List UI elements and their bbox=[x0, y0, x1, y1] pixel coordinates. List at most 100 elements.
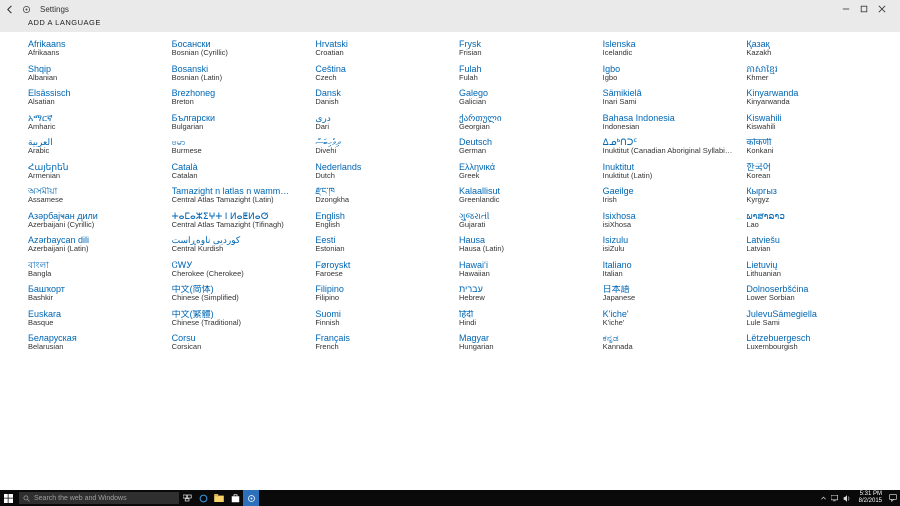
language-item[interactable]: العربيةArabic bbox=[28, 138, 166, 155]
language-item[interactable]: DanskDanish bbox=[315, 89, 453, 106]
tray-volume-icon[interactable] bbox=[843, 495, 851, 502]
language-item[interactable]: IsizuluisiZulu bbox=[603, 236, 741, 253]
language-item[interactable]: InuktitutInuktitut (Latin) bbox=[603, 163, 741, 180]
language-item[interactable]: ΕλληνικάGreek bbox=[459, 163, 597, 180]
taskbar-explorer-icon[interactable] bbox=[211, 490, 227, 506]
taskbar-search[interactable]: Search the web and Windows bbox=[19, 492, 179, 504]
language-item[interactable]: ⵜⴰⵎⴰⵣⵉⵖⵜ ⵏ ⵍⴰⵟⵍⴰⵚCentral Atlas Tamazight… bbox=[172, 212, 310, 229]
taskbar-store-icon[interactable] bbox=[227, 490, 243, 506]
task-view-button[interactable] bbox=[179, 490, 195, 506]
language-item[interactable]: አማርኛAmharic bbox=[28, 114, 166, 131]
minimize-button[interactable] bbox=[842, 5, 860, 13]
language-item[interactable]: LëtzebuergeschLuxembourgish bbox=[746, 334, 884, 351]
language-item[interactable]: KiswahiliKiswahili bbox=[746, 114, 884, 131]
language-item[interactable]: ພາສາລາວLao bbox=[746, 212, 884, 229]
language-item[interactable]: ShqipAlbanian bbox=[28, 65, 166, 82]
language-item[interactable]: LatviešuLatvian bbox=[746, 236, 884, 253]
language-item[interactable]: EestiEstonian bbox=[315, 236, 453, 253]
language-item[interactable]: ಕನ್ನಡKannada bbox=[603, 334, 741, 351]
language-item[interactable]: 한국어Korean bbox=[746, 163, 884, 180]
language-item[interactable]: SuomiFinnish bbox=[315, 310, 453, 327]
language-item[interactable]: ÍslenskaIcelandic bbox=[603, 40, 741, 57]
language-item[interactable]: ItalianoItalian bbox=[603, 261, 741, 278]
language-item[interactable]: КыргызKyrgyz bbox=[746, 187, 884, 204]
back-button[interactable] bbox=[6, 5, 20, 14]
language-item[interactable]: ᐃᓄᒃᑎᑐᑦInuktitut (Canadian Aboriginal Syl… bbox=[603, 138, 741, 155]
language-item[interactable]: BosanskiBosnian (Latin) bbox=[172, 65, 310, 82]
language-item[interactable]: JulevuSámegiellaLule Sami bbox=[746, 310, 884, 327]
system-tray[interactable] bbox=[816, 495, 855, 502]
language-item[interactable]: FulahFulah bbox=[459, 65, 597, 82]
language-item[interactable]: অসমীয়াAssamese bbox=[28, 187, 166, 204]
language-item[interactable]: EuskaraBasque bbox=[28, 310, 166, 327]
language-item[interactable]: CatalàCatalan bbox=[172, 163, 310, 180]
language-item[interactable]: Азәрбајҹан дилиAzerbaijani (Cyrillic) bbox=[28, 212, 166, 229]
language-english-name: Dzongkha bbox=[315, 196, 447, 204]
language-item[interactable]: БосанскиBosnian (Cyrillic) bbox=[172, 40, 310, 57]
language-english-name: isiXhosa bbox=[603, 221, 735, 229]
language-item[interactable]: GalegoGalician bbox=[459, 89, 597, 106]
language-item[interactable]: ՀայերենArmenian bbox=[28, 163, 166, 180]
language-item[interactable]: FøroysktFaroese bbox=[315, 261, 453, 278]
language-item[interactable]: Bahasa IndonesiaIndonesian bbox=[603, 114, 741, 131]
language-item[interactable]: CorsuCorsican bbox=[172, 334, 310, 351]
language-item[interactable]: AfrikaansAfrikaans bbox=[28, 40, 166, 57]
language-item[interactable]: NederlandsDutch bbox=[315, 163, 453, 180]
language-item[interactable]: درىDari bbox=[315, 114, 453, 131]
language-item[interactable]: BrezhonegBreton bbox=[172, 89, 310, 106]
language-item[interactable]: FrançaisFrench bbox=[315, 334, 453, 351]
start-button[interactable] bbox=[0, 490, 16, 506]
taskbar-settings-icon[interactable] bbox=[243, 490, 259, 506]
language-item[interactable]: DeutschGerman bbox=[459, 138, 597, 155]
language-native-name: Latviešu bbox=[746, 236, 878, 245]
language-item[interactable]: ČeštinaCzech bbox=[315, 65, 453, 82]
language-item[interactable]: Tamazight n latlas n wamm…Central Atlas … bbox=[172, 187, 310, 204]
language-native-name: Inuktitut bbox=[603, 163, 735, 172]
language-item[interactable]: HausaHausa (Latin) bbox=[459, 236, 597, 253]
language-item[interactable]: ElsässischAlsatian bbox=[28, 89, 166, 106]
language-item[interactable]: हिंदीHindi bbox=[459, 310, 597, 327]
language-item[interactable]: کوردیی ناوەڕاستCentral Kurdish bbox=[172, 236, 310, 253]
language-item[interactable]: БашҡортBashkir bbox=[28, 285, 166, 302]
language-item[interactable]: HawaiʻiHawaiian bbox=[459, 261, 597, 278]
language-item[interactable]: GaeilgeIrish bbox=[603, 187, 741, 204]
language-item[interactable]: ગુજરાતીGujarati bbox=[459, 212, 597, 229]
language-item[interactable]: ქართულიGeorgian bbox=[459, 114, 597, 131]
language-item[interactable]: FilipinoFilipino bbox=[315, 285, 453, 302]
taskbar-edge-icon[interactable] bbox=[195, 490, 211, 506]
language-item[interactable]: ភាសាខ្មែរKhmer bbox=[746, 65, 884, 82]
maximize-button[interactable] bbox=[860, 5, 878, 13]
language-item[interactable]: ދިވެހިބަސްDivehi bbox=[315, 138, 453, 155]
language-item[interactable]: FryskFrisian bbox=[459, 40, 597, 57]
taskbar-clock[interactable]: 5:31 PM 8/2/2015 bbox=[855, 491, 886, 505]
language-item[interactable]: EnglishEnglish bbox=[315, 212, 453, 229]
close-button[interactable] bbox=[878, 5, 896, 13]
language-item[interactable]: LietuviųLithuanian bbox=[746, 261, 884, 278]
language-item[interactable]: SämikielâInari Sami bbox=[603, 89, 741, 106]
language-item[interactable]: कोंकणीKonkani bbox=[746, 138, 884, 155]
tray-network-icon[interactable] bbox=[831, 495, 839, 502]
language-item[interactable]: Azərbaycan diliAzerbaijani (Latin) bbox=[28, 236, 166, 253]
language-item[interactable]: ဗမာBurmese bbox=[172, 138, 310, 155]
language-item[interactable]: 中文(简体)Chinese (Simplified) bbox=[172, 285, 310, 302]
language-item[interactable]: K'iche'K'iche' bbox=[603, 310, 741, 327]
language-item[interactable]: ҚазақKazakh bbox=[746, 40, 884, 57]
language-item[interactable]: עבריתHebrew bbox=[459, 285, 597, 302]
language-item[interactable]: IsixhosaisiXhosa bbox=[603, 212, 741, 229]
language-item[interactable]: KalaallisutGreenlandic bbox=[459, 187, 597, 204]
notification-button[interactable] bbox=[886, 490, 900, 506]
language-item[interactable]: 中文(繁體)Chinese (Traditional) bbox=[172, 310, 310, 327]
language-item[interactable]: ᏣᎳᎩCherokee (Cherokee) bbox=[172, 261, 310, 278]
language-item[interactable]: DolnoserbšćinaLower Sorbian bbox=[746, 285, 884, 302]
language-item[interactable]: 日本語Japanese bbox=[603, 285, 741, 302]
language-item[interactable]: БеларускаяBelarusian bbox=[28, 334, 166, 351]
language-item[interactable]: HrvatskiCroatian bbox=[315, 40, 453, 57]
language-item[interactable]: རྫོང་ཁDzongkha bbox=[315, 187, 453, 204]
language-item[interactable]: MagyarHungarian bbox=[459, 334, 597, 351]
language-item[interactable]: বাংলাBangla bbox=[28, 261, 166, 278]
language-item[interactable]: KinyarwandaKinyarwanda bbox=[746, 89, 884, 106]
language-item[interactable]: IgboIgbo bbox=[603, 65, 741, 82]
language-item[interactable]: БългарскиBulgarian bbox=[172, 114, 310, 131]
tray-chevron-icon[interactable] bbox=[820, 495, 827, 502]
language-native-name: Igbo bbox=[603, 65, 735, 74]
